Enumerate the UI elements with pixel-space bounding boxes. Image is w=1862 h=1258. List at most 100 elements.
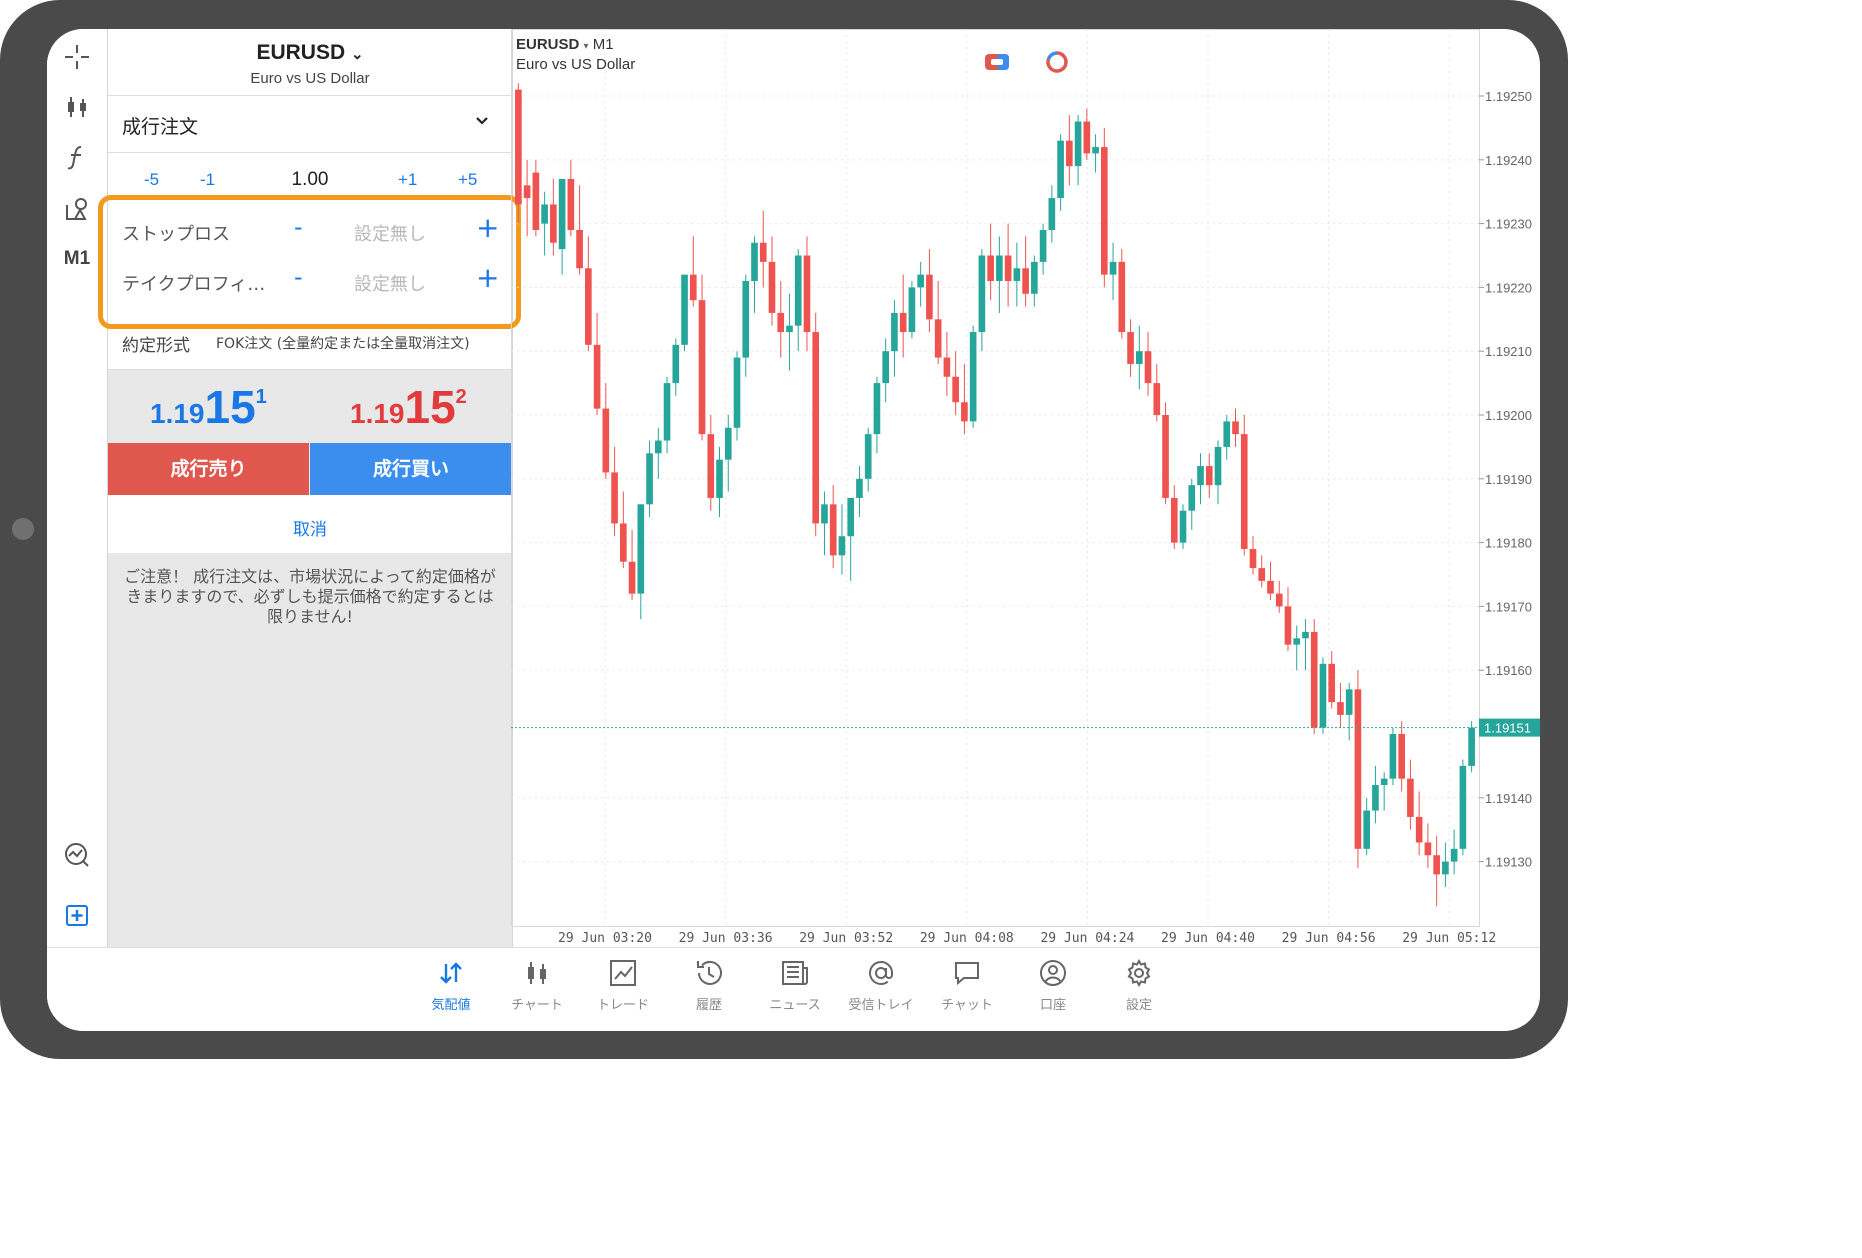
order-type-label: 成行注文	[122, 116, 199, 138]
bear-candle	[515, 89, 522, 205]
bull-candle	[1092, 147, 1099, 154]
market-order-warning: ご注意！ 成行注文は、市場状況によって約定価格がきまりますので、必ずしも提示価格…	[124, 567, 496, 626]
volume-plus5-button[interactable]: +5	[458, 170, 477, 190]
y-tick-label: 1.19170	[1485, 599, 1532, 614]
crosshair-icon[interactable]	[59, 39, 95, 75]
bear-candle	[1066, 140, 1073, 167]
fill-policy-value: FOK注文 (全量約定または全量取消注文)	[216, 336, 470, 352]
bear-candle	[585, 268, 592, 345]
objects-icon[interactable]	[59, 191, 95, 227]
bull-candle	[1302, 631, 1309, 639]
plot-frame	[511, 29, 1480, 927]
tab-trade[interactable]: トレード	[580, 958, 666, 1013]
tab-history[interactable]: 履歴	[666, 958, 752, 1013]
bull-candle	[1039, 229, 1047, 262]
history-icon	[697, 960, 722, 985]
bear-candle	[1144, 351, 1152, 384]
bear-candle	[1232, 421, 1239, 435]
bull-candle	[856, 478, 863, 498]
sell-by-market-button[interactable]: 成行売り	[108, 443, 309, 495]
bull-candle	[1319, 663, 1327, 728]
bull-candle	[794, 255, 802, 326]
bear-candle	[987, 255, 994, 282]
tab-label: 気配値	[431, 998, 471, 1013]
bottom-tab-bar: 気配値 チャート トレード 履歴 ニュース 受信トレイ チャット 口座 設定	[47, 947, 1540, 1031]
bull-candle	[716, 459, 723, 498]
mailbox-icon	[869, 961, 893, 985]
symbol-selector[interactable]: EURUSD ⌄	[108, 41, 512, 65]
bear-candle	[934, 319, 942, 358]
bear-candle	[1100, 147, 1108, 275]
signal-analysis-icon[interactable]	[59, 837, 95, 873]
y-tick-label: 1.19250	[1485, 89, 1532, 104]
bull-candle	[646, 453, 653, 505]
tab-chat[interactable]: チャット	[924, 958, 1010, 1013]
bull-candle	[891, 312, 898, 352]
bull-candle	[1135, 351, 1143, 364]
bull-candle	[917, 274, 924, 288]
new-order-icon[interactable]	[59, 897, 95, 933]
bull-candle	[1459, 765, 1467, 849]
tab-settings[interactable]: 設定	[1096, 958, 1182, 1013]
tab-chart[interactable]: チャート	[494, 958, 580, 1013]
y-tick-label: 1.19220	[1485, 280, 1532, 295]
one-click-trading-icon[interactable]	[984, 52, 1010, 72]
bear-candle	[1415, 816, 1423, 843]
buy-by-market-button[interactable]: 成行買い	[310, 443, 512, 495]
bull-candle	[672, 344, 680, 384]
home-button[interactable]	[12, 518, 34, 540]
fill-policy-row[interactable]: 約定形式 FOK注文 (全量約定または全量取消注文)	[108, 323, 512, 370]
bear-candle	[698, 300, 706, 435]
indicator-icon[interactable]	[59, 139, 95, 175]
chart-description: Euro vs US Dollar	[516, 56, 636, 73]
symbol-header[interactable]: EURUSD ⌄ Euro vs US Dollar	[108, 29, 512, 96]
bear-candle	[1118, 261, 1126, 333]
x-tick-label: 29 Jun 03:20	[558, 931, 652, 946]
bear-candle	[1083, 121, 1091, 154]
tab-label: チャート	[511, 998, 563, 1013]
timeframe-button[interactable]: M1	[59, 241, 95, 277]
bear-candle	[1022, 268, 1029, 294]
chart-type-icon[interactable]	[59, 89, 95, 125]
price-chart[interactable]: 1.19250 1.19240 1.19230 1.19220 1.19210 1.192…	[511, 29, 1540, 947]
tab-quotes[interactable]: 気配値	[408, 958, 494, 1013]
order-type-select[interactable]: 成行注文	[108, 96, 512, 153]
tab-news[interactable]: ニュース	[752, 958, 838, 1013]
chart-symbol: EURUSD	[516, 36, 580, 53]
bull-candle	[786, 325, 793, 333]
volume-plus1-button[interactable]: +1	[398, 170, 417, 190]
bull-candle	[742, 281, 750, 358]
bull-candle	[1188, 485, 1196, 511]
fill-policy-label: 約定形式	[122, 336, 190, 356]
x-tick-label: 29 Jun 03:52	[799, 931, 893, 946]
signal-icon[interactable]	[1045, 50, 1069, 74]
bull-candle	[558, 178, 566, 250]
bull-candle	[733, 357, 741, 428]
bear-candle	[961, 402, 968, 422]
y-tick-label: 1.19240	[1485, 153, 1532, 168]
bull-candle	[1389, 734, 1397, 779]
bull-candle	[1057, 140, 1064, 199]
tab-account[interactable]: 口座	[1010, 958, 1096, 1013]
settings-icon	[1127, 958, 1151, 988]
bear-candle	[899, 312, 907, 333]
bear-candle	[611, 472, 618, 524]
bear-candle	[1310, 631, 1318, 728]
bull-candle	[681, 274, 688, 345]
order-panel: EURUSD ⌄ Euro vs US Dollar 成行注文 -5 -1 1.…	[107, 29, 513, 947]
bear-candle	[1407, 778, 1414, 817]
tab-label: 設定	[1125, 998, 1152, 1013]
bull-candle	[969, 332, 977, 422]
cancel-button[interactable]: 取消	[293, 515, 327, 540]
tab-mailbox[interactable]: 受信トレイ	[838, 958, 924, 1013]
bear-candle	[1205, 466, 1213, 486]
volume-value[interactable]: 1.00	[108, 169, 512, 191]
x-tick-label: 29 Jun 04:56	[1282, 931, 1376, 946]
bear-candle	[1258, 568, 1266, 581]
trade-icon	[610, 960, 636, 986]
bear-candle	[593, 344, 601, 409]
bull-candle	[1380, 778, 1388, 786]
sl-tp-highlight	[98, 195, 521, 329]
bear-candle	[1249, 548, 1257, 569]
y-tick-label: 1.19190	[1485, 472, 1532, 487]
